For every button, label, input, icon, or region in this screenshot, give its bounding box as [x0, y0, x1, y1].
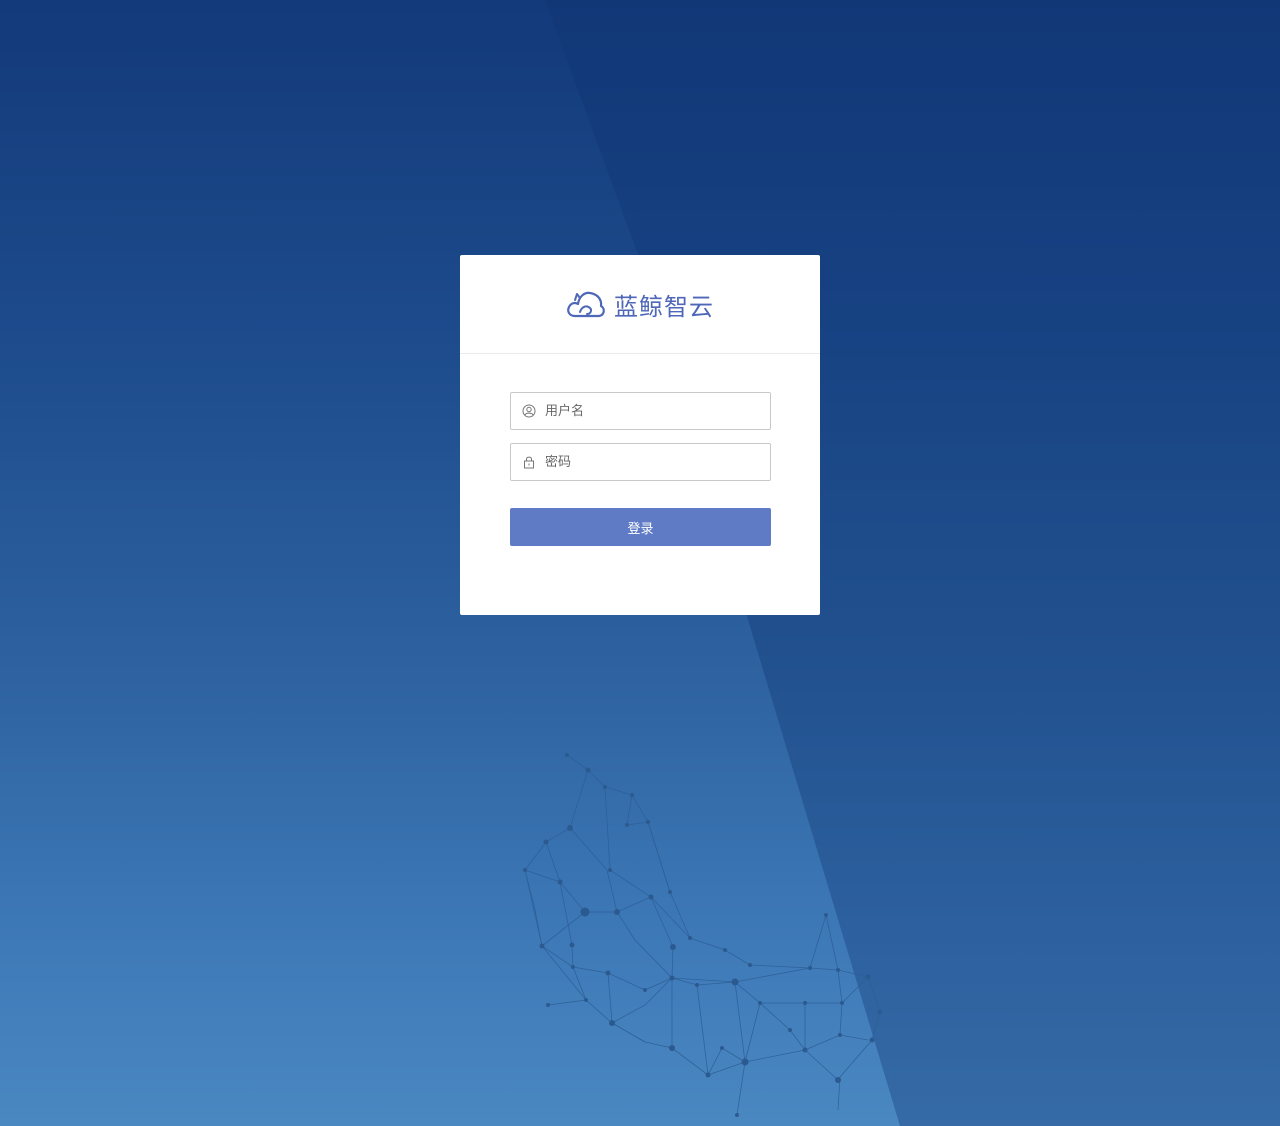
username-field[interactable] [510, 392, 771, 430]
username-input[interactable] [545, 396, 770, 426]
login-button[interactable]: 登录 [510, 508, 771, 546]
card-header: 蓝鲸智云 [460, 255, 820, 354]
login-card: 蓝鲸智云 登录 [460, 255, 820, 615]
logo: 蓝鲸智云 [566, 286, 714, 322]
password-input[interactable] [545, 447, 770, 477]
user-icon [522, 404, 536, 418]
cloud-icon [566, 286, 606, 322]
lock-icon [522, 455, 536, 469]
password-field[interactable] [510, 443, 771, 481]
brand-name: 蓝鲸智云 [614, 292, 714, 321]
